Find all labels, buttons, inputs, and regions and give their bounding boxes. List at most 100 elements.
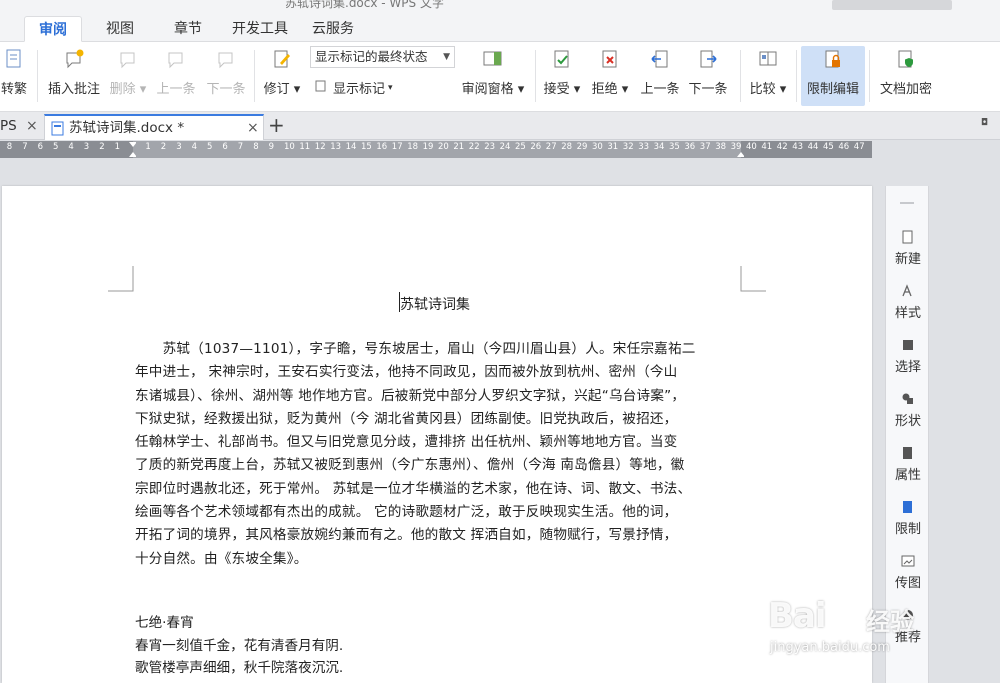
reject-button[interactable]: 拒绝 ▾	[590, 46, 630, 106]
new-tab-button[interactable]: +	[268, 114, 288, 140]
ruler-number: 38	[715, 142, 727, 152]
margin-corner-mark	[108, 266, 134, 292]
ruler-number: 12	[314, 142, 326, 152]
prev-change-icon	[649, 48, 671, 70]
compare-button[interactable]: 比较 ▾	[748, 46, 788, 106]
accept-button[interactable]: 接受 ▾	[542, 46, 582, 106]
baidu-watermark: Bai 经验 jingyan.baidu.com	[768, 596, 958, 666]
ruler-number: 21	[453, 142, 465, 152]
task-pane-item-new-doc[interactable]: 新建	[886, 230, 930, 267]
task-pane-item-upload-image[interactable]: 传图	[886, 554, 930, 591]
style-icon	[901, 284, 915, 298]
ruler-number: 7	[22, 142, 28, 152]
tab-cloud-service[interactable]: 云服务	[298, 16, 368, 42]
ruler-number: 20	[438, 142, 449, 152]
paragraph-line: 年中进士， 宋神宗时，王安石实行变法，他持不同政见，因而被外放到杭州、密州（今山	[135, 364, 678, 381]
convert-traditional-button[interactable]: 转繁	[0, 46, 32, 106]
ruler-number: 6	[222, 142, 228, 152]
pane-handle[interactable]	[900, 202, 914, 204]
paragraph-line: 下狱史狱，经救援出狱，贬为黄州（今 湖北省黄冈县）团练副使。旧党执政后，被招还，	[135, 410, 678, 427]
ruler-number: 14	[345, 142, 357, 152]
ruler-number: 47	[853, 142, 865, 152]
task-pane-item-shape[interactable]: 形状	[886, 392, 930, 429]
watermark-brand-cn: 经验	[866, 608, 914, 636]
watermark-brand: Bai	[768, 596, 827, 636]
ruler-number: 46	[838, 142, 850, 152]
ruler-number: 42	[776, 142, 788, 152]
ruler-number: 30	[592, 142, 603, 152]
window-title: 苏轼诗词集.docx - WPS 文字	[285, 0, 444, 10]
delete-comment-icon	[117, 48, 139, 70]
prev-comment-button[interactable]: 上一条	[154, 46, 198, 106]
markup-state-select[interactable]: 显示标记的最终状态 ▼	[310, 46, 455, 68]
ruler-number: 28	[561, 142, 573, 152]
ruler-number: 22	[468, 142, 480, 152]
chevron-down-icon: ▼	[443, 52, 450, 62]
paragraph-line: 绘画等各个艺术领域都有杰出的成就。 它的诗歌题材广泛，敢于反映现实生活。他的词，	[135, 504, 678, 521]
biography-paragraph[interactable]: 苏轼（1037—1101），字子瞻，号东坡居士，眉山（今四川眉山县）人。宋任宗嘉…	[135, 338, 745, 571]
paragraph-line: 十分自然。由《东坡全集》。	[135, 550, 308, 567]
separator	[869, 50, 870, 102]
insert-comment-button[interactable]: 插入批注	[44, 46, 104, 106]
ruler-number: 1	[114, 142, 121, 152]
separator	[254, 50, 255, 102]
review-ribbon: 转繁 插入批注 删除 ▾ 上一条 下一条 修订 ▾ 显示标记的最终状态 ▼ 显示…	[0, 42, 1000, 112]
show-markup-button[interactable]: 显示标记 ▾	[315, 78, 393, 97]
ruler-number: 11	[299, 142, 311, 152]
next-comment-button[interactable]: 下一条	[204, 46, 248, 106]
paragraph-line: 东诸城县）、徐州、湖州等 地作地方官。后被新党中部分人罗织文字狱，兴起“乌台诗案…	[135, 387, 686, 404]
tab-view[interactable]: 视图	[92, 16, 148, 42]
ruler-number: 18	[407, 142, 419, 152]
restrict-icon	[901, 500, 915, 514]
ruler-number: 29	[576, 142, 588, 152]
select-icon	[901, 338, 915, 352]
close-icon[interactable]: ×	[26, 114, 38, 138]
task-pane-label: 属性	[894, 468, 921, 483]
paragraph-line: 开拓了词的境界，其风格豪放婉约兼而有之。他的散文 挥洒自如，随物赋行，写景抒情，	[135, 527, 678, 544]
tab-developer[interactable]: 开发工具	[218, 16, 302, 42]
task-pane-label: 形状	[894, 414, 921, 429]
ruler-number: 16	[376, 142, 388, 152]
close-icon[interactable]: ×	[247, 116, 259, 140]
encrypt-document-button[interactable]: 文档加密	[874, 46, 938, 106]
ruler-number: 35	[669, 142, 680, 152]
task-pane-item-style[interactable]: 样式	[886, 284, 930, 321]
restrict-editing-button[interactable]: 限制编辑	[801, 46, 865, 106]
doc-tab-active[interactable]: 苏轼诗词集.docx * ×	[44, 114, 264, 140]
ruler-number: 31	[607, 142, 619, 152]
horizontal-ruler[interactable]: 8 7 6 5 4 3 2 1 1 2 3 4 5 6 7 8 9 10 11 12 13 14 15 16 17 18 19 20 2…	[0, 141, 872, 158]
tab-chapter[interactable]: 章节	[160, 16, 216, 42]
prev-change-button[interactable]: 上一条	[638, 46, 682, 106]
review-pane-button[interactable]: 审阅窗格 ▾	[460, 46, 526, 106]
ruler-number: 4	[191, 142, 198, 152]
window-controls-blurred	[832, 0, 952, 10]
tab-menu-icon[interactable]: ◘	[981, 118, 988, 128]
task-pane-item-select[interactable]: 选择	[886, 338, 930, 375]
revise-button[interactable]: 修订 ▾	[262, 46, 302, 106]
indent-marker-left[interactable]	[128, 141, 136, 158]
new-doc-icon	[901, 230, 915, 244]
ruler-number: 23	[484, 142, 496, 152]
ruler-number: 19	[422, 142, 434, 152]
ruler-number: 13	[330, 142, 342, 152]
tab-review[interactable]: 审阅	[24, 16, 82, 42]
document-page[interactable]: 苏轼诗词集 苏轼（1037—1101），字子瞻，号东坡居士，眉山（今四川眉山县）…	[2, 186, 872, 683]
revise-icon	[271, 48, 293, 70]
review-pane-icon	[482, 48, 504, 70]
document-title[interactable]: 苏轼诗词集	[400, 294, 470, 314]
ruler-number: 10	[284, 142, 295, 152]
prev-comment-icon	[165, 48, 187, 70]
delete-comment-button[interactable]: 删除 ▾	[106, 46, 150, 106]
ruler-number: 15	[361, 142, 372, 152]
ruler-number: 33	[638, 142, 650, 152]
next-change-button[interactable]: 下一条	[686, 46, 730, 106]
insert-comment-icon	[63, 48, 85, 70]
ruler-number: 40	[746, 142, 757, 152]
task-pane-item-property[interactable]: 属性	[886, 446, 930, 483]
show-markup-icon	[315, 80, 327, 96]
task-pane-item-restrict[interactable]: 限制	[886, 500, 930, 537]
poem-block[interactable]: 七绝·春宵 春宵一刻值千金，花有清香月有阴. 歌管楼亭声细细，秋千院落夜沉沉.	[135, 612, 735, 680]
poem-line: 歌管楼亭声细细，秋千院落夜沉沉.	[135, 660, 344, 676]
doc-tab-partial[interactable]: PS ×	[0, 114, 42, 140]
separator	[740, 50, 741, 102]
